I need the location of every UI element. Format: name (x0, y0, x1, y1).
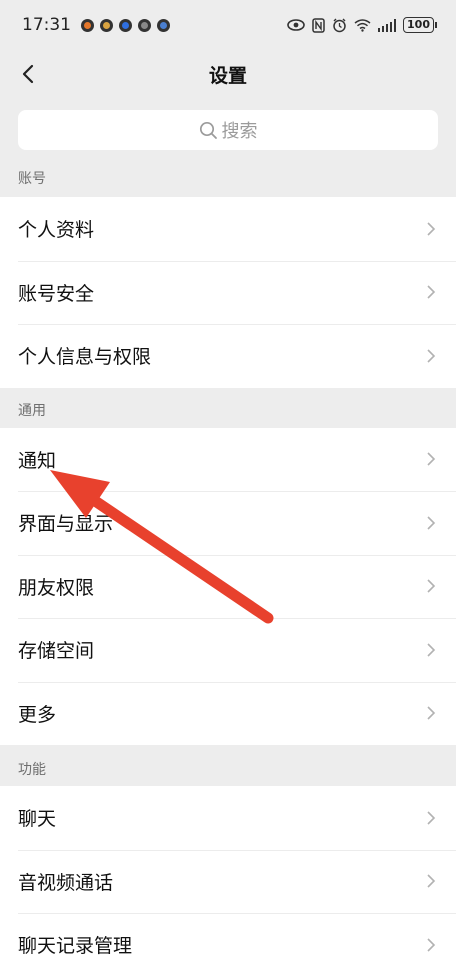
settings-item-label: 个人资料 (18, 219, 95, 242)
section-label-account: 账号 (18, 170, 46, 187)
settings-item-storage[interactable]: 存储空间 (0, 618, 456, 682)
notification-app-icon (157, 18, 170, 32)
signal-icon (377, 18, 397, 32)
settings-item-label: 界面与显示 (18, 513, 114, 536)
search-icon (199, 121, 217, 139)
settings-item-privacy-permissions[interactable]: 个人信息与权限 (0, 324, 456, 388)
settings-item-chat-history[interactable]: 聊天记录管理 (0, 913, 456, 975)
notification-app-icon (119, 18, 132, 32)
settings-item-chat[interactable]: 聊天 (0, 786, 456, 850)
settings-item-label: 账号安全 (18, 282, 95, 305)
notification-app-icon (81, 18, 94, 32)
chevron-right-icon (424, 704, 438, 722)
back-button[interactable] (12, 58, 44, 90)
settings-item-label: 朋友权限 (18, 576, 95, 599)
chevron-right-icon (424, 347, 438, 365)
settings-item-friend-permissions[interactable]: 朋友权限 (0, 554, 456, 619)
settings-item-label: 个人信息与权限 (18, 346, 152, 369)
section-label-general: 通用 (18, 402, 46, 419)
search-placeholder: 搜索 (221, 121, 258, 142)
chevron-right-icon (424, 936, 438, 954)
notification-app-icon (138, 18, 151, 32)
status-right: 100 (286, 17, 437, 33)
page-title: 设置 (208, 64, 247, 87)
settings-item-label: 存储空间 (18, 640, 95, 663)
nav-bar: 设置 (0, 50, 456, 98)
chevron-right-icon (424, 283, 438, 301)
settings-item-account-security[interactable]: 账号安全 (0, 260, 456, 325)
settings-item-label: 通知 (18, 449, 57, 472)
chevron-right-icon (424, 641, 438, 659)
settings-item-label: 更多 (18, 703, 57, 726)
settings-group-features: 聊天 音视频通话 聊天记录管理 (0, 786, 456, 975)
back-arrow-icon (22, 64, 34, 84)
battery-icon: 100 (403, 17, 437, 33)
chevron-right-icon (424, 577, 438, 595)
settings-item-label: 音视频通话 (18, 871, 114, 894)
settings-item-label: 聊天 (18, 808, 57, 831)
settings-group-account: 个人资料 账号安全 个人信息与权限 (0, 197, 456, 388)
section-label-features: 功能 (18, 761, 46, 778)
status-time: 17:31 (22, 15, 71, 35)
settings-group-general: 通知 界面与显示 朋友权限 存储空间 更多 (0, 427, 456, 746)
nfc-icon (311, 17, 325, 33)
settings-item-display[interactable]: 界面与显示 (0, 491, 456, 555)
settings-item-profile[interactable]: 个人资料 (0, 197, 456, 261)
settings-item-notifications[interactable]: 通知 (0, 428, 456, 492)
chevron-right-icon (424, 514, 438, 532)
status-left: 17:31 (22, 15, 170, 35)
wifi-icon (354, 19, 370, 32)
search-input[interactable]: 搜索 (18, 110, 438, 150)
status-bar: 17:31 100 (0, 0, 456, 50)
settings-item-more[interactable]: 更多 (0, 681, 456, 746)
chevron-right-icon (424, 220, 438, 238)
eye-icon (286, 19, 305, 31)
chevron-right-icon (424, 809, 438, 827)
chevron-right-icon (424, 450, 438, 468)
chevron-right-icon (424, 872, 438, 890)
settings-item-label: 聊天记录管理 (18, 935, 133, 958)
settings-item-av-calls[interactable]: 音视频通话 (0, 849, 456, 914)
notification-app-icon (100, 18, 113, 32)
alarm-icon (332, 18, 346, 32)
